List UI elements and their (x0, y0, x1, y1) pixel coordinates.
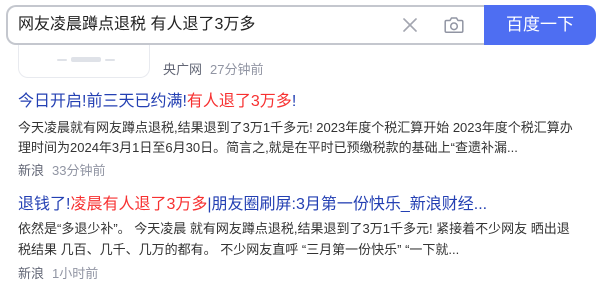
close-icon[interactable] (403, 18, 417, 32)
result-title-link[interactable]: 今日开启!前三天已约满!有人退了3万多! (18, 92, 590, 112)
source-name: 央广网 (163, 62, 203, 77)
thumbnail-mark (105, 59, 115, 61)
source-name: 新浪 (18, 266, 45, 281)
result-abstract-line: 今天凌晨就有网友蹲点退税,结果退到了3万1千多元! 2023年度个税汇算开始 2… (18, 120, 573, 135)
publish-time: 1小时前 (52, 266, 99, 281)
search-button[interactable]: 百度一下 (484, 5, 596, 45)
title-segment[interactable]: 有人退了3万多 (187, 93, 292, 110)
result-title-link[interactable]: 退钱了!凌晨有人退了3万多|朋友圈刷屏:3月第一份快乐_新浪财经... (18, 195, 590, 215)
result-abstract-line: 依然是“多退少补”。 今天凌晨 就有网友蹲点退税,结果退到了3万1千多元! 紧接… (18, 221, 570, 236)
result-abstract-line: 税结果 几百、几千、几万的都有。 不少网友直呼 “三月第一份快乐” “一下就..… (18, 242, 460, 257)
camera-icon[interactable] (444, 16, 464, 34)
title-segment[interactable]: 今日开启!前三天已约满! (18, 93, 187, 110)
publish-time: 27分钟前 (210, 62, 264, 77)
thumbnail-mark (71, 57, 101, 62)
thumbnail-mark (57, 59, 67, 61)
result-abstract-line: 理时间为2024年3月1日至6月30日。简言之,就是在平时已预缴税款的基础上“查… (18, 140, 518, 155)
publish-time: 33分钟前 (52, 163, 106, 178)
source-name: 新浪 (18, 163, 45, 178)
title-segment[interactable]: 凌晨有人退了3万多 (70, 196, 207, 213)
search-input[interactable] (18, 7, 388, 43)
result-meta: 央广网 27分钟前 (163, 62, 263, 78)
title-segment[interactable]: |朋友圈刷屏:3月第一份快乐_新浪财经... (207, 196, 487, 213)
title-segment[interactable]: 退钱了! (18, 196, 70, 213)
search-box (6, 5, 484, 45)
title-segment[interactable]: ! (292, 93, 296, 110)
result-meta: 新浪 1小时前 (18, 266, 98, 282)
thumbnail-image[interactable] (18, 45, 150, 78)
result-meta: 新浪 33分钟前 (18, 163, 105, 179)
